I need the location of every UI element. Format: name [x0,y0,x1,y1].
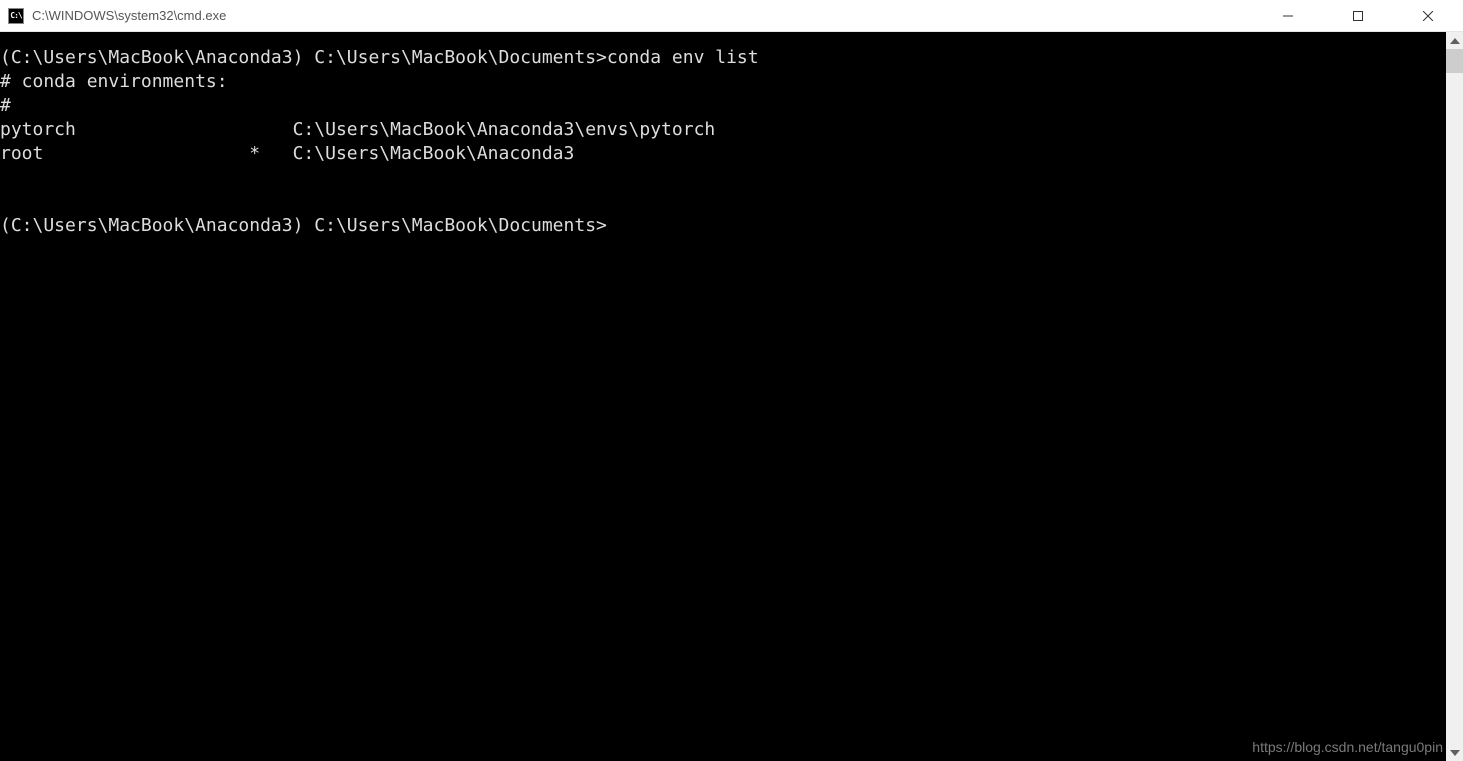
close-button[interactable] [1393,0,1463,31]
terminal-output[interactable]: (C:\Users\MacBook\Anaconda3) C:\Users\Ma… [0,32,1446,761]
maximize-button[interactable] [1323,0,1393,31]
maximize-icon [1353,11,1363,21]
terminal-line: # conda environments: [0,70,1446,94]
titlebar[interactable]: C:\ C:\WINDOWS\system32\cmd.exe [0,0,1463,32]
chevron-down-icon [1450,750,1460,756]
scroll-down-button[interactable] [1446,744,1463,761]
terminal-line [0,166,1446,190]
scrollbar-track[interactable] [1446,49,1463,744]
terminal-line: (C:\Users\MacBook\Anaconda3) C:\Users\Ma… [0,46,1446,70]
terminal-line: # [0,94,1446,118]
terminal-line: (C:\Users\MacBook\Anaconda3) C:\Users\Ma… [0,214,1446,238]
terminal-line [0,190,1446,214]
terminal-line: pytorch C:\Users\MacBook\Anaconda3\envs\… [0,118,1446,142]
cmd-icon: C:\ [8,8,24,24]
window-title: C:\WINDOWS\system32\cmd.exe [32,8,1253,23]
terminal-line: root * C:\Users\MacBook\Anaconda3 [0,142,1446,166]
chevron-up-icon [1450,38,1460,44]
window-controls [1253,0,1463,31]
minimize-button[interactable] [1253,0,1323,31]
scroll-up-button[interactable] [1446,32,1463,49]
cmd-window: C:\ C:\WINDOWS\system32\cmd.exe (C:\User… [0,0,1463,761]
scrollbar-thumb[interactable] [1446,49,1463,73]
minimize-icon [1283,11,1293,21]
close-icon [1423,11,1433,21]
vertical-scrollbar[interactable] [1446,32,1463,761]
terminal-area: (C:\Users\MacBook\Anaconda3) C:\Users\Ma… [0,32,1463,761]
